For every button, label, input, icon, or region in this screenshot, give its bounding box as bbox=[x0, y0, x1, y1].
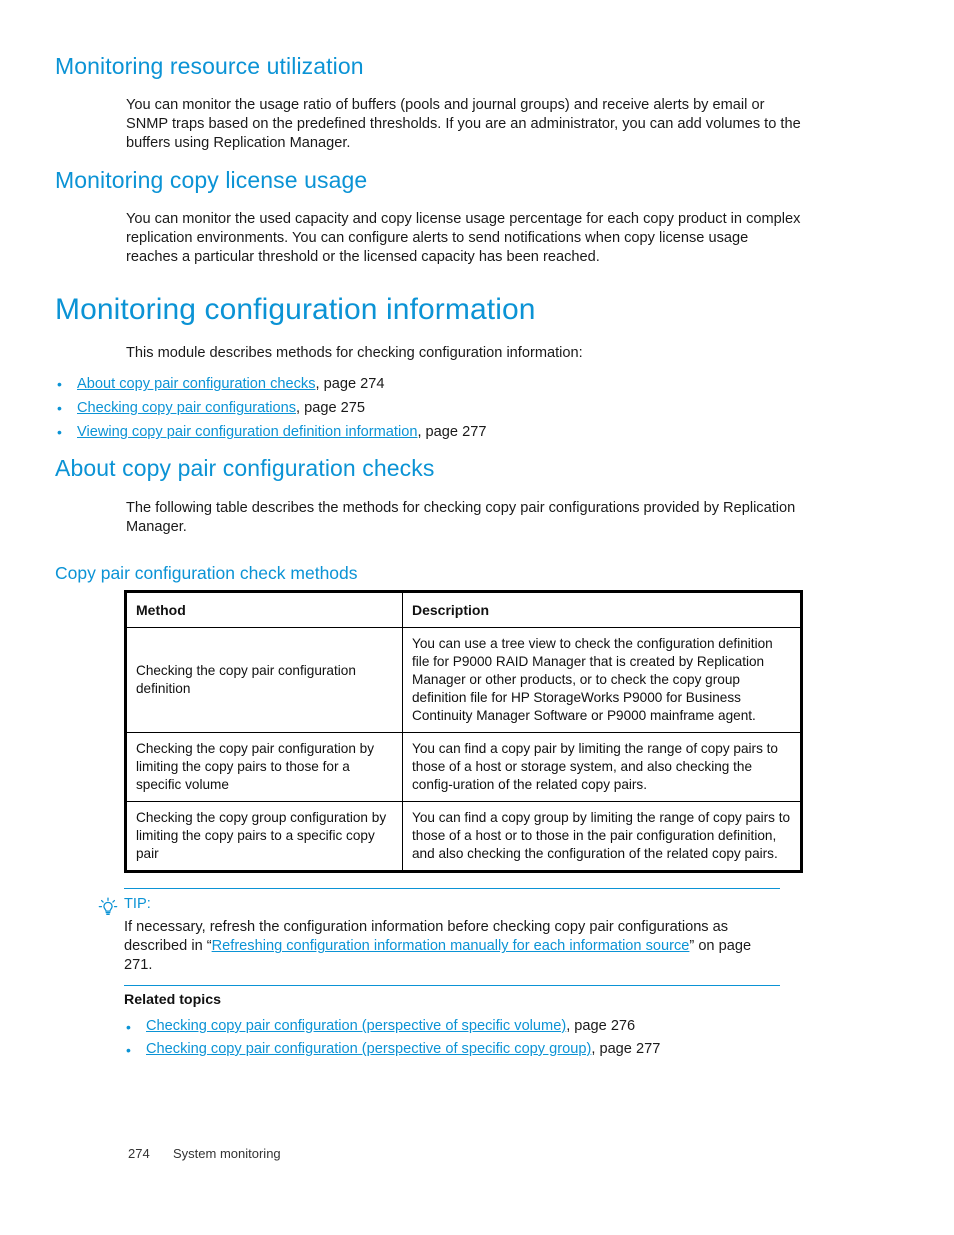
link-checking-copy-pair-configurations[interactable]: Checking copy pair configurations bbox=[77, 400, 296, 416]
link-viewing-copy-pair-configuration-definition-information[interactable]: Viewing copy pair configuration definiti… bbox=[77, 424, 417, 440]
list-item: • Checking copy pair configurations, page… bbox=[55, 396, 855, 420]
list-item: • Viewing copy pair configuration definit… bbox=[55, 420, 855, 444]
related-topics-title: Related topics bbox=[124, 992, 221, 1008]
tip-label: TIP: bbox=[124, 896, 151, 912]
link-page-ref: , page 275 bbox=[296, 400, 366, 417]
link-page-ref: , page 277 bbox=[591, 1041, 661, 1057]
lightbulb-icon bbox=[98, 897, 118, 919]
paragraph-copy-license-usage: You can monitor the used capacity and co… bbox=[126, 210, 801, 265]
section-monitoring-configuration-information: Monitoring configuration information Thi… bbox=[55, 292, 855, 444]
page-footer: 274 System monitoring bbox=[128, 1146, 281, 1161]
heading-monitoring-configuration-information: Monitoring configuration information bbox=[55, 293, 536, 326]
tip-text: If necessary, refresh the configuration … bbox=[124, 918, 780, 976]
link-refreshing-configuration-information[interactable]: Refreshing configuration information man… bbox=[212, 938, 690, 954]
footer-section-name: System monitoring bbox=[173, 1146, 281, 1161]
table-header-row: Method Description bbox=[125, 591, 802, 628]
paragraph-configuration-intro: This module describes methods for checki… bbox=[126, 345, 583, 361]
list-configuration-links: • About copy pair configuration checks, p… bbox=[55, 372, 855, 444]
paragraph-resource-utilization: You can monitor the usage ratio of buffe… bbox=[126, 96, 801, 151]
link-checking-copy-pair-configuration-specific-copy-group[interactable]: Checking copy pair configuration (perspe… bbox=[146, 1041, 591, 1057]
related-topics-section: Related topics • Checking copy pair confi… bbox=[124, 992, 824, 1061]
list-related-topics: • Checking copy pair configuration (persp… bbox=[124, 1015, 824, 1061]
table-row: Checking the copy group configuration by… bbox=[125, 801, 802, 872]
bullet-icon: • bbox=[57, 376, 62, 393]
table-caption: Copy pair configuration check methods bbox=[55, 563, 358, 583]
section-monitoring-copy-license-usage: Monitoring copy license usage You can mo… bbox=[55, 167, 855, 267]
tip-divider-bottom bbox=[124, 984, 780, 986]
tip-header: TIP: bbox=[124, 894, 780, 914]
link-about-copy-pair-configuration-checks[interactable]: About copy pair configuration checks bbox=[77, 376, 316, 392]
cell-method: Checking the copy pair configuration by … bbox=[125, 732, 403, 802]
link-page-ref: , page 276 bbox=[566, 1018, 636, 1034]
column-header-description: Description bbox=[402, 591, 802, 628]
tip-callout: TIP: If necessary, refresh the configura… bbox=[98, 888, 780, 986]
table-row: Checking the copy pair configuration def… bbox=[125, 627, 802, 733]
column-header-method: Method bbox=[125, 591, 403, 628]
heading-about-copy-pair-configuration-checks: About copy pair configuration checks bbox=[55, 455, 435, 481]
cell-method: Checking the copy group configuration by… bbox=[125, 801, 403, 872]
paragraph-about-checks: The following table describes the method… bbox=[126, 499, 796, 535]
list-item: • Checking copy pair configuration (persp… bbox=[124, 1015, 824, 1038]
section-monitoring-resource-utilization: Monitoring resource utilization You can … bbox=[55, 53, 855, 153]
list-item: • Checking copy pair configuration (persp… bbox=[124, 1038, 824, 1061]
heading-monitoring-resource-utilization: Monitoring resource utilization bbox=[55, 53, 364, 79]
link-checking-copy-pair-configuration-specific-volume[interactable]: Checking copy pair configuration (perspe… bbox=[146, 1018, 566, 1034]
table-copy-pair-configuration-check-methods: Method Description Checking the copy pai… bbox=[124, 590, 803, 873]
document-page: Monitoring resource utilization You can … bbox=[0, 0, 954, 1235]
link-page-ref: , page 277 bbox=[417, 424, 487, 441]
heading-monitoring-copy-license-usage: Monitoring copy license usage bbox=[55, 167, 368, 193]
tip-divider-top bbox=[124, 888, 780, 889]
cell-description: You can use a tree view to check the con… bbox=[402, 627, 802, 733]
bullet-icon: • bbox=[57, 400, 62, 417]
cell-method: Checking the copy pair configuration def… bbox=[125, 627, 403, 733]
footer-page-number: 274 bbox=[128, 1146, 150, 1161]
bullet-icon: • bbox=[57, 424, 62, 441]
section-about-copy-pair-configuration-checks: About copy pair configuration checks The… bbox=[55, 455, 855, 584]
table-row: Checking the copy pair configuration by … bbox=[125, 732, 802, 802]
bullet-icon: • bbox=[126, 1042, 131, 1058]
cell-description: You can find a copy group by limiting th… bbox=[402, 801, 802, 872]
list-item: • About copy pair configuration checks, p… bbox=[55, 372, 855, 396]
link-page-ref: , page 274 bbox=[315, 376, 385, 393]
cell-description: You can find a copy pair by limiting the… bbox=[402, 732, 802, 802]
bullet-icon: • bbox=[126, 1019, 131, 1035]
